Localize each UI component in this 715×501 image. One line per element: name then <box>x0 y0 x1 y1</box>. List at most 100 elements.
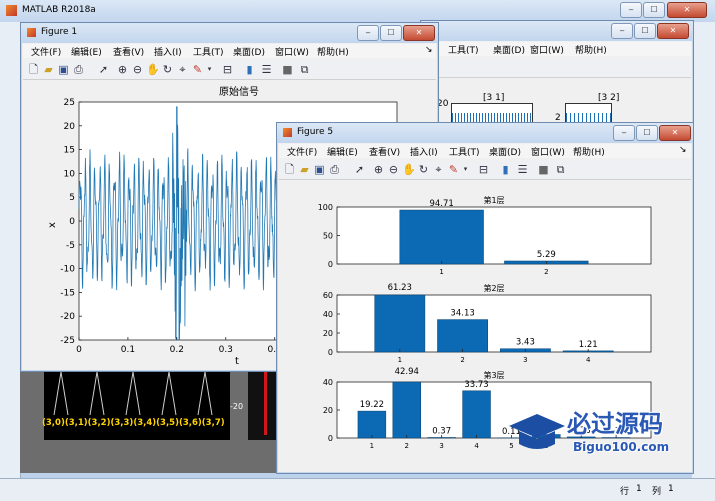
figure5-menu-desktop[interactable]: 桌面(D) <box>489 145 521 158</box>
save-icon[interactable]: ▣ <box>313 163 326 176</box>
bar-value-label: 61.23 <box>388 283 412 293</box>
y-tick-label: 0 <box>328 348 333 357</box>
behind-maximize-button[interactable]: ☐ <box>634 23 656 39</box>
figure1-menu-help[interactable]: 帮助(H) <box>317 45 349 58</box>
figure1-menu-file[interactable]: 文件(F) <box>31 45 61 58</box>
figure1-minimize-button[interactable]: ‒ <box>357 25 379 41</box>
rotate-3d-icon[interactable]: ↻ <box>161 63 174 76</box>
print-icon[interactable]: ⎙ <box>72 63 85 76</box>
figure1-menu-insert[interactable]: 插入(I) <box>154 45 182 58</box>
behind-menu-desktop[interactable]: 桌面(D) <box>493 43 525 56</box>
figure1-close-button[interactable]: ✕ <box>403 25 435 41</box>
y-tick-label: 0 <box>328 434 333 443</box>
figure-icon <box>27 28 36 37</box>
pan-hand-icon[interactable]: ✋ <box>402 163 415 176</box>
x-tick-label: 0 <box>76 345 82 355</box>
figure5-menu-tools[interactable]: 工具(T) <box>449 145 480 158</box>
behind-menu-tools[interactable]: 工具(T) <box>448 43 479 56</box>
link-plot-icon[interactable]: ⊟ <box>221 63 234 76</box>
x-tick-label: 2 <box>405 442 409 450</box>
figure5-menu-window[interactable]: 窗口(W) <box>531 145 565 158</box>
rotate-3d-icon[interactable]: ↻ <box>417 163 430 176</box>
open-file-icon[interactable]: ▰ <box>298 163 311 176</box>
bar-chart-title: 第3层 <box>483 370 504 380</box>
tree-panel: (3,0)(3,1)(3,2)(3,3)(3,4)(3,5)(3,6)(3,7)… <box>20 370 278 473</box>
edit-plot-arrow-icon[interactable]: ➚ <box>353 163 366 176</box>
open-file-icon[interactable]: ▰ <box>42 63 55 76</box>
x-axis-label: t <box>235 356 239 367</box>
figure1-maximize-button[interactable]: ☐ <box>380 25 402 41</box>
figure5-menu-edit[interactable]: 编辑(E) <box>327 145 358 158</box>
legend-icon[interactable]: ☰ <box>516 163 529 176</box>
save-icon[interactable]: ▣ <box>57 63 70 76</box>
new-figure-icon[interactable]: 🗋 <box>27 63 40 76</box>
hide-plot-tools-icon[interactable]: ■ <box>537 163 550 176</box>
hide-plot-tools-icon[interactable]: ■ <box>281 63 294 76</box>
figure5-close-button[interactable]: ✕ <box>659 125 691 141</box>
bar <box>375 295 425 352</box>
figure1-titlebar: Figure 1 ‒ ☐ ✕ <box>21 23 438 43</box>
colorbar-icon[interactable]: ▮ <box>499 163 512 176</box>
print-icon[interactable]: ⎙ <box>328 163 341 176</box>
zoom-out-icon[interactable]: ⊖ <box>387 163 400 176</box>
figure1-menu-view[interactable]: 查看(V) <box>113 45 144 58</box>
x-tick-label: 4 <box>474 442 479 450</box>
legend-icon[interactable]: ☰ <box>260 63 273 76</box>
main-minimize-button[interactable]: ‒ <box>620 2 642 18</box>
colorbar-icon[interactable]: ▮ <box>243 63 256 76</box>
figure5-menu-insert[interactable]: 插入(I) <box>410 145 438 158</box>
x-tick-label: 2 <box>460 356 464 364</box>
figure1-title: Figure 1 <box>41 27 77 37</box>
figure5-menu-file[interactable]: 文件(F) <box>287 145 317 158</box>
figure1-menu-edit[interactable]: 编辑(E) <box>71 45 102 58</box>
link-plot-icon[interactable]: ⊟ <box>477 163 490 176</box>
data-cursor-icon[interactable]: ⌖ <box>176 63 189 76</box>
figure1-menu-tools[interactable]: 工具(T) <box>193 45 224 58</box>
figure1-menubar: 文件(F) 编辑(E) 查看(V) 插入(I) 工具(T) 桌面(D) 窗口(W… <box>23 44 436 58</box>
tree-label: (3,5) <box>156 418 179 428</box>
figure5-titlebar: Figure 5 ‒ ☐ ✕ <box>277 123 693 143</box>
figure5-minimize-button[interactable]: ‒ <box>613 125 635 141</box>
data-cursor-icon[interactable]: ⌖ <box>432 163 445 176</box>
y-tick-label: 20 <box>64 122 76 132</box>
zoom-in-icon[interactable]: ⊕ <box>372 163 385 176</box>
zoom-out-icon[interactable]: ⊖ <box>131 63 144 76</box>
behind-menu-help[interactable]: 帮助(H) <box>575 43 607 56</box>
bar-value-label: 33.73 <box>464 380 488 390</box>
tree-label: (3,2) <box>88 418 111 428</box>
new-figure-icon[interactable]: 🗋 <box>283 163 296 176</box>
figure5-dock-arrow-icon[interactable]: ↘ <box>679 145 687 155</box>
show-plot-tools-icon[interactable]: ⧉ <box>554 163 567 176</box>
bar <box>437 320 487 352</box>
figure1-menu-desktop[interactable]: 桌面(D) <box>233 45 265 58</box>
graduation-cap-icon <box>505 406 565 456</box>
tree-label: (3,4) <box>133 418 156 428</box>
brush-dropdown-icon[interactable]: ▾ <box>203 63 216 76</box>
behind-close-button[interactable]: ✕ <box>657 23 689 39</box>
status-col-label: 列 <box>652 484 661 497</box>
edit-plot-arrow-icon[interactable]: ➚ <box>97 63 110 76</box>
behind-minimize-button[interactable]: ‒ <box>611 23 633 39</box>
tree-label: (3,1) <box>65 418 88 428</box>
y-tick-label: 15 <box>64 146 75 156</box>
y-tick-label: 100 <box>318 203 333 212</box>
y-tick-label: -10 <box>60 265 75 275</box>
main-maximize-button[interactable]: ☐ <box>643 2 665 18</box>
figure5-menu-view[interactable]: 查看(V) <box>369 145 400 158</box>
figure1-menu-window[interactable]: 窗口(W) <box>275 45 309 58</box>
brush-dropdown-icon[interactable]: ▾ <box>459 163 472 176</box>
figure5-maximize-button[interactable]: ☐ <box>636 125 658 141</box>
behind-menubar: 工具(T) 桌面(D) 窗口(W) 帮助(H) <box>423 42 691 56</box>
figure5-menu-help[interactable]: 帮助(H) <box>573 145 605 158</box>
figure1-dock-arrow-icon[interactable]: ↘ <box>425 45 433 55</box>
zoom-in-icon[interactable]: ⊕ <box>116 63 129 76</box>
figure5-title: Figure 5 <box>297 127 333 137</box>
pan-hand-icon[interactable]: ✋ <box>146 63 159 76</box>
behind-menu-window[interactable]: 窗口(W) <box>530 43 564 56</box>
bar-value-label: 94.71 <box>429 199 453 209</box>
main-close-button[interactable]: ✕ <box>667 2 707 18</box>
x-tick-label: 3 <box>523 356 527 364</box>
show-plot-tools-icon[interactable]: ⧉ <box>298 63 311 76</box>
watermark-title: 必过源码 <box>567 404 663 439</box>
bar-plot-frame <box>337 207 651 264</box>
